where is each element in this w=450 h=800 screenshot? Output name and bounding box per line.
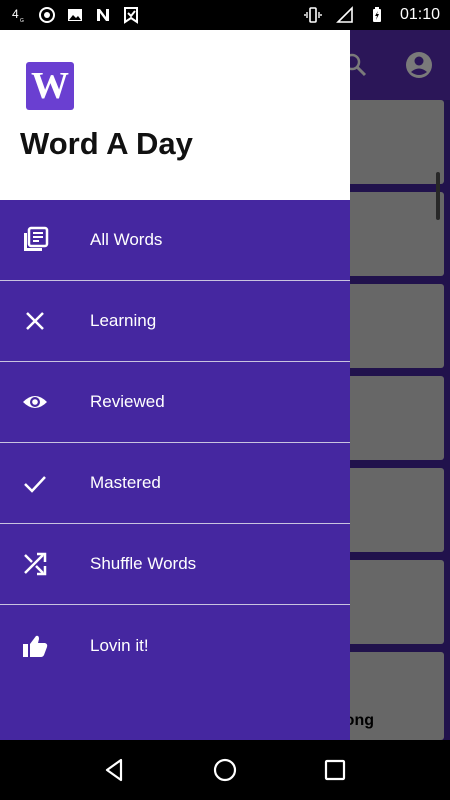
menu-item-mastered[interactable]: Mastered [0,443,350,524]
n-icon [94,6,112,24]
vibrate-icon [304,6,322,24]
system-icons: 01:10 [304,6,440,24]
back-button[interactable] [95,750,135,790]
app-logo: W [26,62,74,110]
recents-button[interactable] [315,750,355,790]
menu-item-label: All Words [90,230,163,249]
menu-item-all-words[interactable]: All Words [0,200,350,281]
menu-item-reviewed[interactable]: Reviewed [0,362,350,443]
image-icon [66,6,84,24]
menu-item-shuffle-words[interactable]: Shuffle Words [0,524,350,605]
system-nav-bar [0,740,450,800]
menu-item-label: Shuffle Words [90,554,197,573]
eye-icon [20,387,50,417]
home-icon [213,758,237,782]
clock: 01:10 [399,6,440,23]
home-button[interactable] [205,750,245,790]
shuffle-icon [20,549,50,579]
navigation-drawer: W Word A Day All Words Learning Reviewed… [0,30,350,740]
app-logo-letter: W [31,65,69,107]
download-icon [122,6,140,24]
svg-text:G: G [20,18,24,24]
library-books-icon [20,225,50,255]
drawer-header: W Word A Day [0,30,350,200]
signal-icon [336,6,354,24]
chrome-icon [38,6,56,24]
menu-item-label: Mastered [90,473,161,492]
check-icon [20,468,50,498]
menu-item-lovin-it[interactable]: Lovin it! [0,605,350,686]
4g-icon: 4G [10,6,28,24]
notification-icons: 4G [10,6,140,24]
menu-item-label: Lovin it! [90,635,149,655]
status-bar: 4G 01:10 [0,0,450,30]
app-title: Word A Day [20,126,193,161]
menu-item-label: Reviewed [90,392,165,411]
back-icon [105,758,123,782]
battery-icon [368,6,386,24]
recents-icon [324,759,346,781]
svg-text:4: 4 [12,7,19,21]
thumbs-up-icon [20,631,50,661]
close-icon [20,306,50,336]
menu-item-learning[interactable]: Learning [0,281,350,362]
menu-item-label: Learning [90,311,157,330]
